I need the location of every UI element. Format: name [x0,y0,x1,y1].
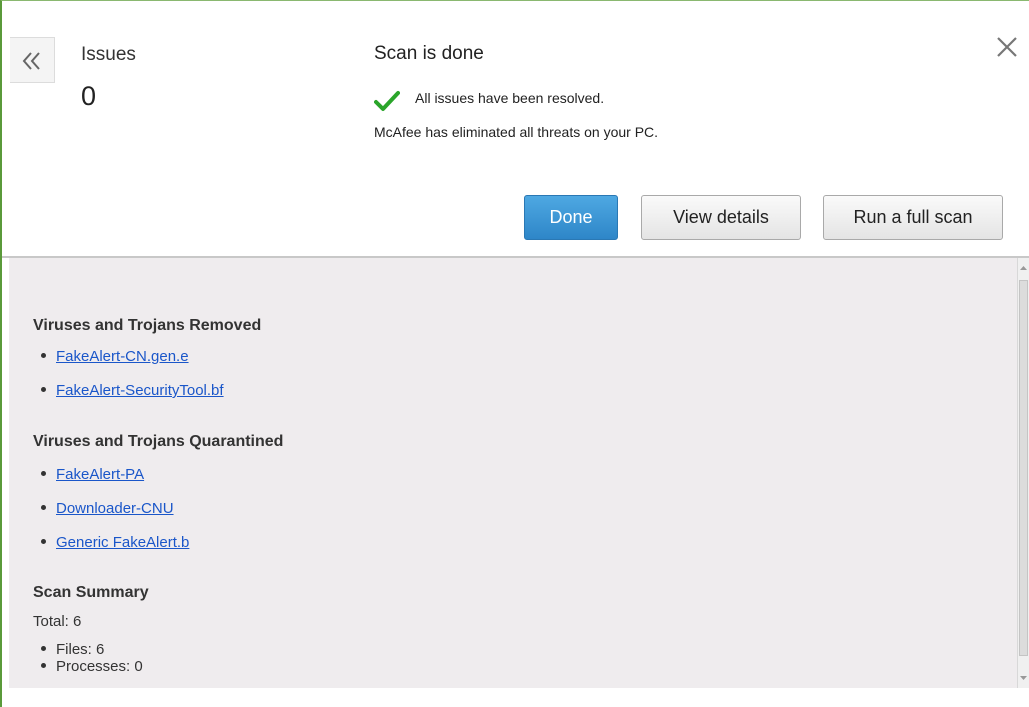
back-button[interactable] [10,37,55,83]
scan-summary-heading: Scan Summary [33,584,149,601]
summary-processes-text: Processes: 0 [56,658,143,675]
done-button[interactable]: Done [524,195,618,240]
summary-processes: Processes: 0 [41,658,143,675]
summary-files: Files: 6 [41,641,104,658]
bullet [41,645,46,651]
scan-status-title: Scan is done [374,43,484,64]
bullet [41,352,46,358]
threat-link[interactable]: FakeAlert-PA [56,466,144,483]
list-item: FakeAlert-SecurityTool.bf [41,382,224,399]
threat-link[interactable]: Downloader-CNU [56,500,174,517]
eliminated-message: McAfee has eliminated all threats on you… [374,124,659,140]
threat-link[interactable]: FakeAlert-SecurityTool.bf [56,382,224,399]
bottom-margin [9,688,1029,707]
vertical-scrollbar[interactable] [1017,258,1029,688]
scroll-up-arrow-icon[interactable] [1018,260,1029,276]
threat-link[interactable]: Generic FakeAlert.b [56,534,189,551]
list-item: FakeAlert-CN.gen.e [41,348,189,365]
summary-total: Total: 6 [33,613,82,630]
run-full-scan-button[interactable]: Run a full scan [823,195,1003,240]
threat-link[interactable]: FakeAlert-CN.gen.e [56,348,189,365]
view-details-button[interactable]: View details [641,195,801,240]
close-icon[interactable] [994,34,1020,60]
scan-header: Issues 0 Scan is done All issues have be… [2,1,1029,257]
left-margin [2,258,9,707]
checkmark-icon [374,91,400,111]
bullet [41,538,46,544]
list-item: FakeAlert-PA [41,466,144,483]
scan-details-panel: Viruses and Trojans Removed FakeAlert-CN… [9,258,1017,688]
quarantined-heading: Viruses and Trojans Quarantined [33,433,284,450]
bullet [41,470,46,476]
summary-files-text: Files: 6 [56,641,105,658]
list-item: Generic FakeAlert.b [41,534,189,551]
resolved-message: All issues have been resolved. [415,90,605,106]
issues-count: 0 [81,81,97,111]
scrollbar-thumb[interactable] [1019,280,1028,656]
bullet [41,662,46,668]
double-chevron-left-icon [22,52,40,70]
removed-heading: Viruses and Trojans Removed [33,317,262,334]
bullet [41,386,46,392]
issues-label: Issues [81,44,136,65]
list-item: Downloader-CNU [41,500,174,517]
scroll-down-arrow-icon[interactable] [1018,670,1029,686]
bullet [41,504,46,510]
